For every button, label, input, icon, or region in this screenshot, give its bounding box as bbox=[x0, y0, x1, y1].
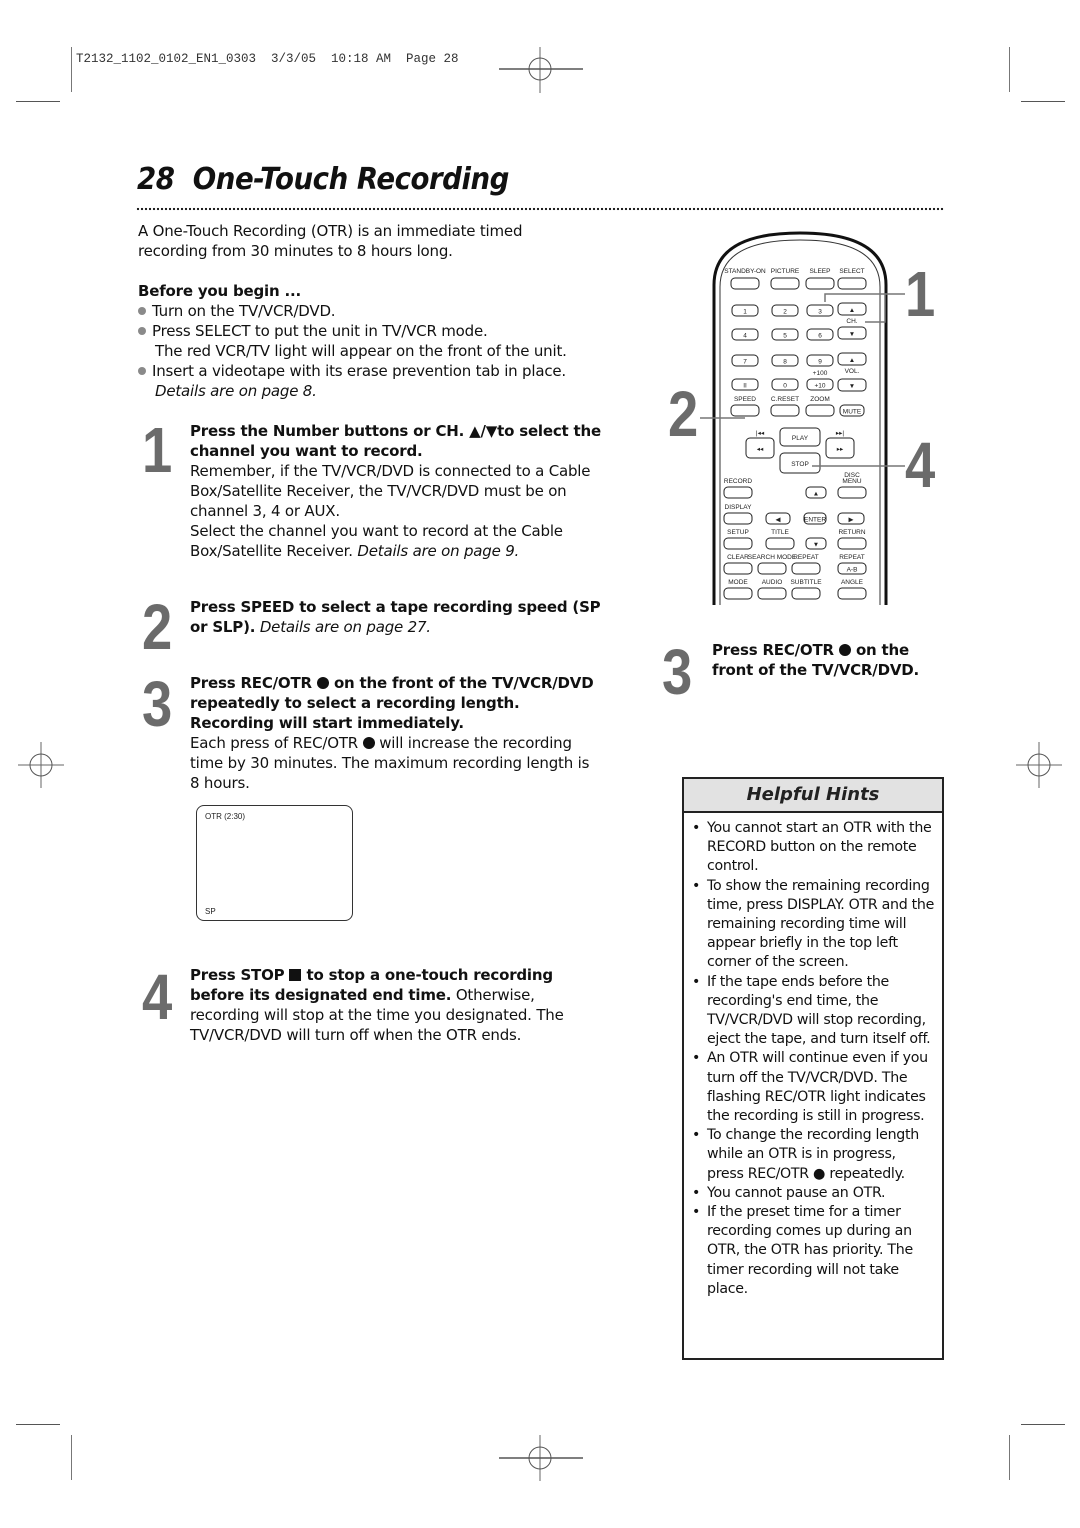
before-you-begin-heading: Before you begin ... bbox=[138, 282, 301, 300]
disc-menu-button[interactable] bbox=[837, 486, 867, 499]
prereq-item: Insert a videotape with its erase preven… bbox=[138, 361, 608, 381]
step-number: 3 bbox=[142, 668, 173, 740]
crop-mark bbox=[1009, 47, 1010, 92]
nav-down-label: ▼ bbox=[813, 542, 819, 549]
label-subtitle: SUBTITLE bbox=[790, 579, 822, 586]
label-clear: CLEAR bbox=[727, 554, 749, 561]
dotted-divider bbox=[136, 207, 944, 211]
step-number: 4 bbox=[142, 961, 173, 1033]
step-number: 1 bbox=[142, 414, 173, 486]
record-dot-icon bbox=[316, 677, 329, 689]
page-title: 28 One-Touch Recording bbox=[137, 162, 509, 197]
search-mode-1-button[interactable] bbox=[757, 562, 787, 575]
crop-mark bbox=[16, 1424, 60, 1425]
step-number: 3 bbox=[662, 636, 693, 708]
hint-item: If the tape ends before the recording's … bbox=[692, 973, 936, 1050]
label-angle: ANGLE bbox=[841, 579, 864, 586]
hint-item: An OTR will continue even if you turn of… bbox=[692, 1049, 936, 1126]
repeat-2-button[interactable] bbox=[791, 562, 821, 575]
mode-button[interactable] bbox=[723, 587, 753, 600]
crop-mark bbox=[16, 101, 60, 102]
step-instruction: Press the Number buttons or CH. ▲/▼to se… bbox=[190, 422, 601, 460]
label-repeat: REPEAT bbox=[793, 554, 819, 561]
label-picture: PICTURE bbox=[771, 268, 800, 275]
nav-up-label: ▲ bbox=[813, 491, 819, 498]
label-mode: MODE bbox=[728, 579, 748, 586]
page-number: 28 bbox=[137, 162, 175, 197]
enter-label: ENTER bbox=[804, 517, 826, 524]
display-button[interactable] bbox=[723, 512, 753, 525]
print-slug: T2132_1102_0102_EN1_0303 3/3/05 10:18 AM… bbox=[76, 52, 459, 66]
speed-indicator: SP bbox=[205, 907, 216, 916]
return-button[interactable] bbox=[837, 537, 867, 550]
step-4: Press STOP to stop a one-touch recording… bbox=[190, 965, 605, 1045]
step-body: Select the channel you want to record at… bbox=[190, 522, 563, 560]
label-setup: SETUP bbox=[727, 529, 749, 536]
crop-mark bbox=[71, 1435, 72, 1480]
hint-item: You cannot start an OTR with the RECORD … bbox=[692, 819, 936, 877]
prereq-item: Turn on the TV/VCR/DVD. bbox=[138, 301, 608, 321]
label-return: RETURN bbox=[838, 529, 865, 536]
step-instruction: Press REC/OTR on the front of the TV/VCR… bbox=[190, 674, 594, 732]
registration-mark-icon bbox=[18, 742, 64, 788]
step-body: Remember, if the TV/VCR/DVD is connected… bbox=[190, 462, 591, 520]
hint-item: You cannot pause an OTR. bbox=[692, 1184, 936, 1203]
crop-mark bbox=[1021, 1424, 1065, 1425]
stop-square-icon bbox=[289, 969, 302, 981]
clear-0-button[interactable] bbox=[723, 562, 753, 575]
bullet-icon bbox=[138, 327, 146, 335]
hints-list: You cannot start an OTR with the RECORD … bbox=[684, 813, 942, 1299]
registration-mark-icon bbox=[499, 1435, 583, 1481]
registration-mark-icon bbox=[1016, 742, 1062, 788]
step-1: Press the Number buttons or CH. ▲/▼to se… bbox=[190, 421, 605, 561]
step-ref: Details are on page 27. bbox=[259, 618, 431, 636]
prereq-item: Press SELECT to put the unit in TV/VCR m… bbox=[138, 321, 608, 341]
registration-mark-icon bbox=[499, 47, 583, 93]
label-standby-on: STANDBY-ON bbox=[724, 268, 766, 275]
angle-button[interactable] bbox=[837, 587, 867, 600]
bullet-icon bbox=[138, 307, 146, 315]
prereq-list: Turn on the TV/VCR/DVD. Press SELECT to … bbox=[138, 301, 608, 401]
record-dot-icon bbox=[838, 644, 851, 656]
page-title-text: One-Touch Recording bbox=[192, 162, 510, 197]
hint-item: To show the remaining recording time, pr… bbox=[692, 877, 936, 973]
side-step-3: Press REC/OTR on the front of the TV/VCR… bbox=[712, 641, 919, 679]
label-title: TITLE bbox=[771, 529, 789, 536]
step-body: Each press of REC/OTR will increase the … bbox=[190, 734, 590, 792]
label-select: SELECT bbox=[839, 268, 864, 275]
helpful-hints-title: Helpful Hints bbox=[684, 779, 942, 813]
record-button[interactable] bbox=[723, 486, 753, 499]
repeat-3-label: A-B bbox=[847, 567, 858, 574]
step-number: 2 bbox=[142, 591, 173, 663]
callout-2: 2 bbox=[668, 378, 699, 450]
setup-button[interactable] bbox=[723, 537, 753, 550]
record-dot-icon bbox=[362, 737, 375, 749]
crop-mark bbox=[1009, 1435, 1010, 1480]
hint-item: To change the recording length while an … bbox=[692, 1126, 936, 1184]
tv-screen-display: OTR (2:30) SP bbox=[196, 805, 353, 921]
bullet-icon bbox=[138, 367, 146, 375]
step-3: Press REC/OTR on the front of the TV/VCR… bbox=[190, 673, 600, 793]
label-search-mode: SEARCH MODE bbox=[748, 554, 797, 561]
display-label: DISPLAY bbox=[725, 504, 753, 511]
crop-mark bbox=[71, 47, 72, 92]
prereq-note: The red VCR/TV light will appear on the … bbox=[155, 342, 567, 360]
step-2: Press SPEED to select a tape recording s… bbox=[190, 597, 605, 637]
label-sleep: SLEEP bbox=[810, 268, 831, 275]
helpful-hints-box: Helpful Hints You cannot start an OTR wi… bbox=[682, 777, 944, 1360]
hint-item: If the preset time for a timer recording… bbox=[692, 1203, 936, 1299]
otr-time-indicator: OTR (2:30) bbox=[205, 812, 246, 821]
intro-text: A One-Touch Recording (OTR) is an immedi… bbox=[138, 222, 523, 260]
label-repeat: REPEAT bbox=[839, 554, 865, 561]
callout-leader-lines bbox=[700, 293, 905, 467]
prereq-ref: Details are on page 8. bbox=[155, 382, 317, 400]
crop-mark bbox=[1021, 101, 1065, 102]
title-button[interactable] bbox=[765, 537, 795, 550]
subtitle-button[interactable] bbox=[791, 587, 821, 600]
audio-button[interactable] bbox=[757, 587, 787, 600]
label-audio: AUDIO bbox=[762, 579, 783, 586]
